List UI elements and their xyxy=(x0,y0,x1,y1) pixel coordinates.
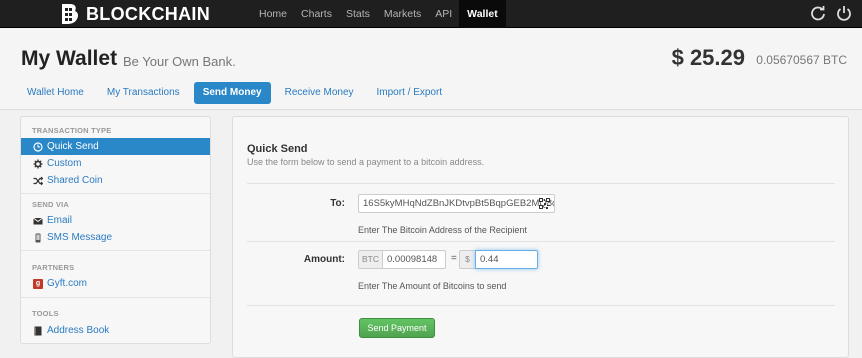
recipient-address-input[interactable]: 16S5kyMHqNdZBnJKDtvpBt5BqpGEB2MQ8c xyxy=(358,194,555,213)
sidebar-item-label: Gyft.com xyxy=(47,278,88,289)
usd-amount-input[interactable]: 0.44 xyxy=(475,250,538,269)
usd-currency-addon: $ xyxy=(459,250,476,269)
btc-currency-addon: BTC xyxy=(358,250,383,269)
nav-link-api[interactable]: API xyxy=(428,0,459,28)
sidebar-item-shared-coin[interactable]: Shared Coin xyxy=(21,172,210,189)
brand[interactable]: BLOCKCHAIN xyxy=(58,3,210,25)
phone-icon xyxy=(35,233,41,242)
sidebar-item-sms-message[interactable]: SMS Message xyxy=(21,229,210,246)
gyft-icon: g xyxy=(33,278,43,289)
clock-icon xyxy=(33,141,43,152)
subnav-wallet-home[interactable]: Wallet Home xyxy=(18,82,93,104)
btc-amount-input[interactable]: 0.00098148 xyxy=(382,250,446,269)
power-icon[interactable] xyxy=(836,5,852,21)
balance-btc[interactable]: 0.05670567 BTC xyxy=(756,53,847,67)
sidebar-item-label: Shared Coin xyxy=(47,175,103,186)
to-help-text: Enter The Bitcoin Address of the Recipie… xyxy=(358,225,527,235)
sidebar-divider xyxy=(21,193,210,194)
wallet-header: My Wallet Be Your Own Bank. $ 25.29 0.05… xyxy=(0,29,862,110)
nav-links: Home Charts Stats Markets API Wallet xyxy=(252,0,506,28)
panel-divider xyxy=(247,183,835,184)
subnav-my-transactions[interactable]: My Transactions xyxy=(98,82,189,104)
sidebar-item-custom[interactable]: Custom xyxy=(21,155,210,172)
qr-code-icon[interactable] xyxy=(539,198,550,209)
page-subtitle: Be Your Own Bank. xyxy=(123,54,236,69)
quick-send-panel: Quick Send Use the form below to send a … xyxy=(232,116,849,358)
sidebar-item-label: SMS Message xyxy=(47,232,113,243)
sidebar-item-quick-send[interactable]: Quick Send xyxy=(21,138,210,155)
subnav-import-export[interactable]: Import / Export xyxy=(368,82,452,104)
send-payment-button[interactable]: Send Payment xyxy=(359,318,435,338)
equals-sign: = xyxy=(451,253,457,264)
sidebar-item-address-book[interactable]: Address Book xyxy=(21,322,210,339)
gear-icon xyxy=(33,159,43,168)
sidebar-divider xyxy=(21,297,210,298)
panel-description: Use the form below to send a payment to … xyxy=(247,157,485,167)
brand-name: BLOCKCHAIN xyxy=(86,3,210,24)
nav-link-wallet[interactable]: Wallet xyxy=(459,0,506,28)
nav-link-charts[interactable]: Charts xyxy=(294,0,339,28)
amount-help-text: Enter The Amount of Bitcoins to send xyxy=(358,281,507,291)
to-label: To: xyxy=(330,198,345,209)
subnav-receive-money[interactable]: Receive Money xyxy=(276,82,363,104)
sidebar-item-label: Address Book xyxy=(47,325,110,336)
shuffle-icon xyxy=(33,176,43,185)
wallet-subnav: Wallet Home My Transactions Send Money R… xyxy=(18,82,456,104)
nav-link-markets[interactable]: Markets xyxy=(377,0,428,28)
top-navbar: BLOCKCHAIN Home Charts Stats Markets API… xyxy=(0,0,862,28)
panel-divider xyxy=(247,305,835,306)
sidebar-heading-send-via: SEND VIA xyxy=(32,200,70,209)
sidebar-item-email[interactable]: Email xyxy=(21,212,210,229)
sidebar-divider xyxy=(21,250,210,251)
sidebar-heading-tools: TOOLS xyxy=(32,309,59,318)
sidebar-item-label: Email xyxy=(47,215,73,226)
subnav-send-money[interactable]: Send Money xyxy=(193,82,271,104)
book-icon xyxy=(34,326,42,335)
sidebar-heading-partners: PARTNERS xyxy=(32,263,75,272)
panel-title: Quick Send xyxy=(247,143,308,155)
nav-link-stats[interactable]: Stats xyxy=(339,0,377,28)
nav-link-home[interactable]: Home xyxy=(252,0,294,28)
balance-usd[interactable]: $ 25.29 xyxy=(672,45,745,71)
envelope-icon xyxy=(33,217,43,224)
sidebar-item-gyft[interactable]: g Gyft.com xyxy=(21,275,210,292)
panel-divider xyxy=(247,241,835,242)
sidebar: TRANSACTION TYPE Quick Send Custom Share… xyxy=(20,116,211,344)
sidebar-item-label: Custom xyxy=(47,158,82,169)
page-title: My Wallet xyxy=(21,47,118,70)
refresh-icon[interactable] xyxy=(810,5,826,21)
blockchain-logo-icon xyxy=(62,4,79,24)
amount-label: Amount: xyxy=(303,254,345,265)
sidebar-item-label: Quick Send xyxy=(47,141,99,152)
sidebar-heading-transaction-type: TRANSACTION TYPE xyxy=(32,126,112,135)
nav-icons xyxy=(810,5,852,21)
